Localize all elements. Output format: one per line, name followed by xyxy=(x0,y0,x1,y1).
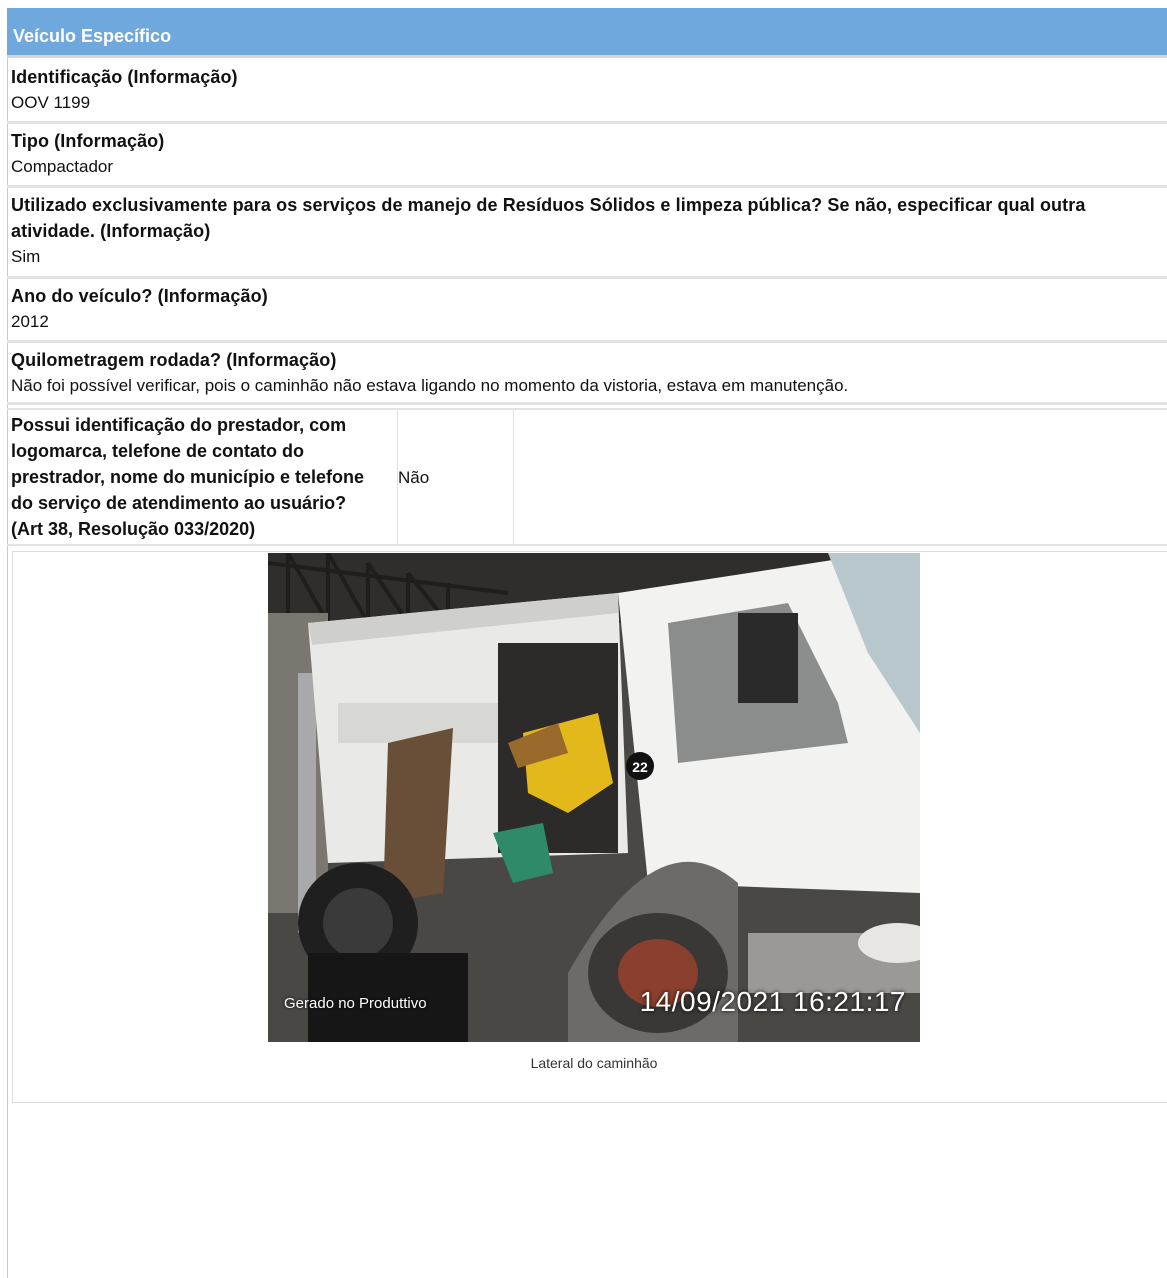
photo-container: 22 Gerado no Produttivo 14/09/2021 16:21… xyxy=(12,551,1167,1103)
field-quilometragem: Quilometragem rodada? (Informação) Não f… xyxy=(7,347,1167,405)
identificacao-prestador-row: Possui identificação do prestador, com l… xyxy=(7,408,1167,546)
section-title: Veículo Específico xyxy=(13,26,172,46)
photo-timestamp: 14/09/2021 16:21:17 xyxy=(639,986,906,1017)
field-value: Compactador xyxy=(11,157,114,176)
field-label: Ano do veículo? (Informação) xyxy=(11,286,268,306)
question-line: do serviço de atendimento ao usuário? xyxy=(11,493,347,513)
photo-caption: Lateral do caminhão xyxy=(530,1055,658,1071)
field-label: Quilometragem rodada? (Informação) xyxy=(11,350,337,370)
section-header: Veículo Específico xyxy=(7,8,1167,58)
identificacao-prestador-question: Possui identificação do prestador, com l… xyxy=(11,412,391,542)
truck-photo[interactable]: 22 Gerado no Produttivo 14/09/2021 16:21… xyxy=(268,553,920,1042)
field-value: OOV 1199 xyxy=(11,93,91,112)
truck-number: 22 xyxy=(632,759,648,775)
field-label-line2: atividade. (Informação) xyxy=(11,221,211,241)
field-value: Sim xyxy=(11,247,41,266)
field-label: Identificação (Informação) xyxy=(11,67,238,87)
question-line: Possui identificação do prestador, com xyxy=(11,415,347,435)
field-value: Não foi possível verificar, pois o camin… xyxy=(11,376,849,395)
field-utilizado-exclusivamente: Utilizado exclusivamente para os serviço… xyxy=(7,192,1167,279)
identificacao-prestador-answer: Não xyxy=(398,468,430,487)
question-line: (Art 38, Resolução 033/2020) xyxy=(11,519,256,539)
field-ano-veiculo: Ano do veículo? (Informação) 2012 xyxy=(7,283,1167,343)
field-value: 2012 xyxy=(11,312,49,331)
column-divider xyxy=(513,410,514,544)
question-line: prestrador, nome do município e telefone xyxy=(11,467,365,487)
field-identificacao: Identificação (Informação) OOV 1199 xyxy=(7,64,1167,124)
field-label-line1: Utilizado exclusivamente para os serviço… xyxy=(11,195,1086,215)
field-label: Tipo (Informação) xyxy=(11,131,165,151)
field-tipo: Tipo (Informação) Compactador xyxy=(7,128,1167,188)
photo-watermark: Gerado no Produttivo xyxy=(284,995,427,1012)
question-line: logomarca, telefone de contato do xyxy=(11,441,305,461)
truck-photo-illustration: 22 xyxy=(268,553,920,1042)
